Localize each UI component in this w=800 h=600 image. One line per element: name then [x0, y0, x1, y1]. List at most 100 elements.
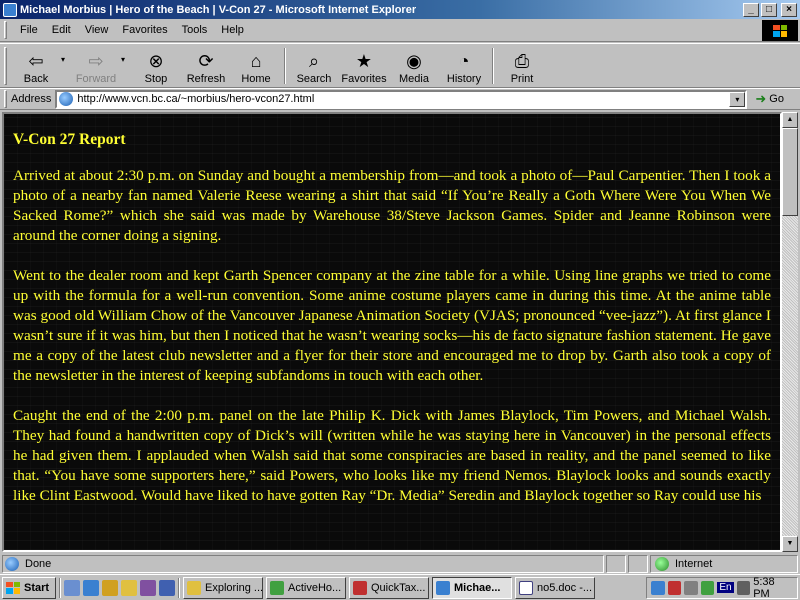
- task-label: QuickTax...: [371, 581, 426, 594]
- search-button[interactable]: ⌕ Search: [289, 45, 339, 87]
- tray-icon[interactable]: [667, 580, 682, 595]
- task-label: ActiveHo...: [288, 581, 342, 594]
- media-button[interactable]: ◉ Media: [389, 45, 439, 87]
- forward-button[interactable]: ⇨ Forward: [71, 45, 121, 87]
- address-dropdown[interactable]: ▾: [729, 91, 746, 107]
- quicklaunch-icon[interactable]: [83, 579, 99, 596]
- address-label: Address: [11, 93, 52, 105]
- menu-favorites[interactable]: Favorites: [115, 22, 174, 38]
- toolbar-separator: [492, 47, 494, 84]
- history-icon: ◔: [458, 50, 470, 71]
- taskbar-item-exploring[interactable]: Exploring ...: [183, 576, 263, 599]
- app-icon: [353, 580, 367, 595]
- quicklaunch-icon[interactable]: [121, 579, 137, 596]
- windows-flag-icon: [6, 581, 20, 594]
- article-title: V-Con 27 Report: [13, 131, 126, 148]
- back-button[interactable]: ⇦ Back: [11, 45, 61, 87]
- maximize-button[interactable]: □: [761, 2, 777, 17]
- menu-view[interactable]: View: [78, 22, 116, 38]
- address-grip[interactable]: [4, 90, 7, 108]
- internet-globe-icon: [655, 557, 669, 571]
- address-bar: Address http://www.vcn.bc.ca/~morbius/he…: [0, 88, 800, 110]
- back-label: Back: [23, 72, 49, 85]
- search-icon: ⌕: [308, 50, 320, 71]
- refresh-icon: ⟳: [198, 50, 214, 71]
- scroll-down-button[interactable]: ▼: [782, 536, 798, 552]
- forward-label: Forward: [75, 72, 117, 85]
- history-button[interactable]: ◔ History: [439, 45, 489, 87]
- print-button[interactable]: ⎙ Print: [497, 45, 547, 87]
- article-paragraph: Caught the end of the 2:00 p.m. panel on…: [13, 407, 771, 504]
- menu-grip[interactable]: [4, 21, 7, 39]
- tray-icon[interactable]: [700, 580, 715, 595]
- status-bar: Done Internet: [0, 554, 800, 574]
- ie-page-icon: [5, 557, 19, 571]
- taskbar-item-activehome[interactable]: ActiveHo...: [266, 576, 346, 599]
- security-zone: Internet: [650, 555, 798, 573]
- home-button[interactable]: ⌂ Home: [231, 45, 281, 87]
- volume-icon[interactable]: [736, 580, 751, 595]
- quicklaunch-icon[interactable]: [64, 579, 80, 596]
- favorites-folder-icon: ★: [355, 50, 373, 71]
- history-label: History: [446, 72, 482, 85]
- search-label: Search: [296, 72, 332, 85]
- folder-icon: [187, 580, 201, 595]
- menu-edit[interactable]: Edit: [45, 22, 78, 38]
- standard-toolbar: ⇦ Back ▾ ⇨ Forward ▾ ⊗ Stop ⟳ Refresh ⌂ …: [0, 43, 800, 88]
- forward-arrow-icon: ⇨: [88, 50, 104, 71]
- taskbar-item-michael[interactable]: Michae...: [432, 576, 512, 599]
- app-icon: [270, 580, 284, 595]
- start-label: Start: [24, 581, 50, 594]
- taskbar-separator: [59, 577, 61, 598]
- forward-dropdown[interactable]: ▾: [121, 55, 131, 64]
- quicklaunch-icon[interactable]: [102, 579, 118, 596]
- status-pane: [606, 555, 626, 573]
- scroll-up-button[interactable]: ▲: [782, 112, 798, 128]
- address-value[interactable]: http://www.vcn.bc.ca/~morbius/hero-vcon2…: [77, 93, 729, 105]
- menu-tools[interactable]: Tools: [175, 22, 215, 38]
- task-label: Michae...: [454, 581, 501, 594]
- go-arrow-icon: ➜: [755, 91, 767, 106]
- task-label: Exploring ...: [205, 581, 263, 594]
- quicklaunch-icon[interactable]: [140, 579, 156, 596]
- favorites-button[interactable]: ★ Favorites: [339, 45, 389, 87]
- print-label: Print: [510, 72, 534, 85]
- window-title: Michael Morbius | Hero of the Beach | V-…: [20, 3, 417, 16]
- article-paragraph: Went to the dealer room and kept Garth S…: [13, 267, 771, 384]
- quick-launch: [64, 579, 175, 596]
- language-indicator[interactable]: En: [717, 582, 734, 593]
- zone-text: Internet: [675, 558, 713, 570]
- toolbar-separator: [284, 47, 286, 84]
- vertical-scrollbar[interactable]: ▲ ▼: [782, 112, 798, 552]
- go-label: Go: [769, 93, 784, 105]
- quicklaunch-icon[interactable]: [159, 579, 175, 596]
- system-tray: En 5:38 PM: [646, 576, 798, 600]
- printer-icon: ⎙: [514, 50, 530, 71]
- start-button[interactable]: Start: [2, 576, 56, 599]
- address-input[interactable]: http://www.vcn.bc.ca/~morbius/hero-vcon2…: [55, 89, 748, 109]
- clock[interactable]: 5:38 PM: [753, 576, 793, 600]
- page-content[interactable]: V-Con 27 Report Arrived at about 2:30 p.…: [2, 112, 782, 552]
- page-icon: [59, 92, 74, 106]
- taskbar-item-no5doc[interactable]: no5.doc -...: [515, 576, 595, 599]
- toolbar-grip[interactable]: [4, 46, 7, 85]
- close-button[interactable]: ×: [781, 2, 797, 17]
- task-label: no5.doc -...: [537, 581, 593, 594]
- network-icon[interactable]: [651, 580, 665, 595]
- stop-button[interactable]: ⊗ Stop: [131, 45, 181, 87]
- menu-help[interactable]: Help: [214, 22, 251, 38]
- scroll-thumb[interactable]: [782, 128, 798, 216]
- title-bar[interactable]: Michael Morbius | Hero of the Beach | V-…: [0, 0, 800, 19]
- back-dropdown[interactable]: ▾: [61, 55, 71, 64]
- article: V-Con 27 Report Arrived at about 2:30 p.…: [4, 114, 780, 506]
- taskbar-item-quicktax[interactable]: QuickTax...: [349, 576, 429, 599]
- minimize-button[interactable]: _: [743, 2, 759, 17]
- tray-icon[interactable]: [684, 580, 698, 595]
- menu-file[interactable]: File: [13, 22, 45, 38]
- media-label: Media: [399, 72, 429, 85]
- refresh-button[interactable]: ⟳ Refresh: [181, 45, 231, 87]
- windows-flag-icon: [773, 24, 787, 37]
- go-button[interactable]: ➜ Go: [755, 91, 784, 107]
- status-text: Done: [25, 558, 52, 570]
- windows-logo: [762, 20, 798, 41]
